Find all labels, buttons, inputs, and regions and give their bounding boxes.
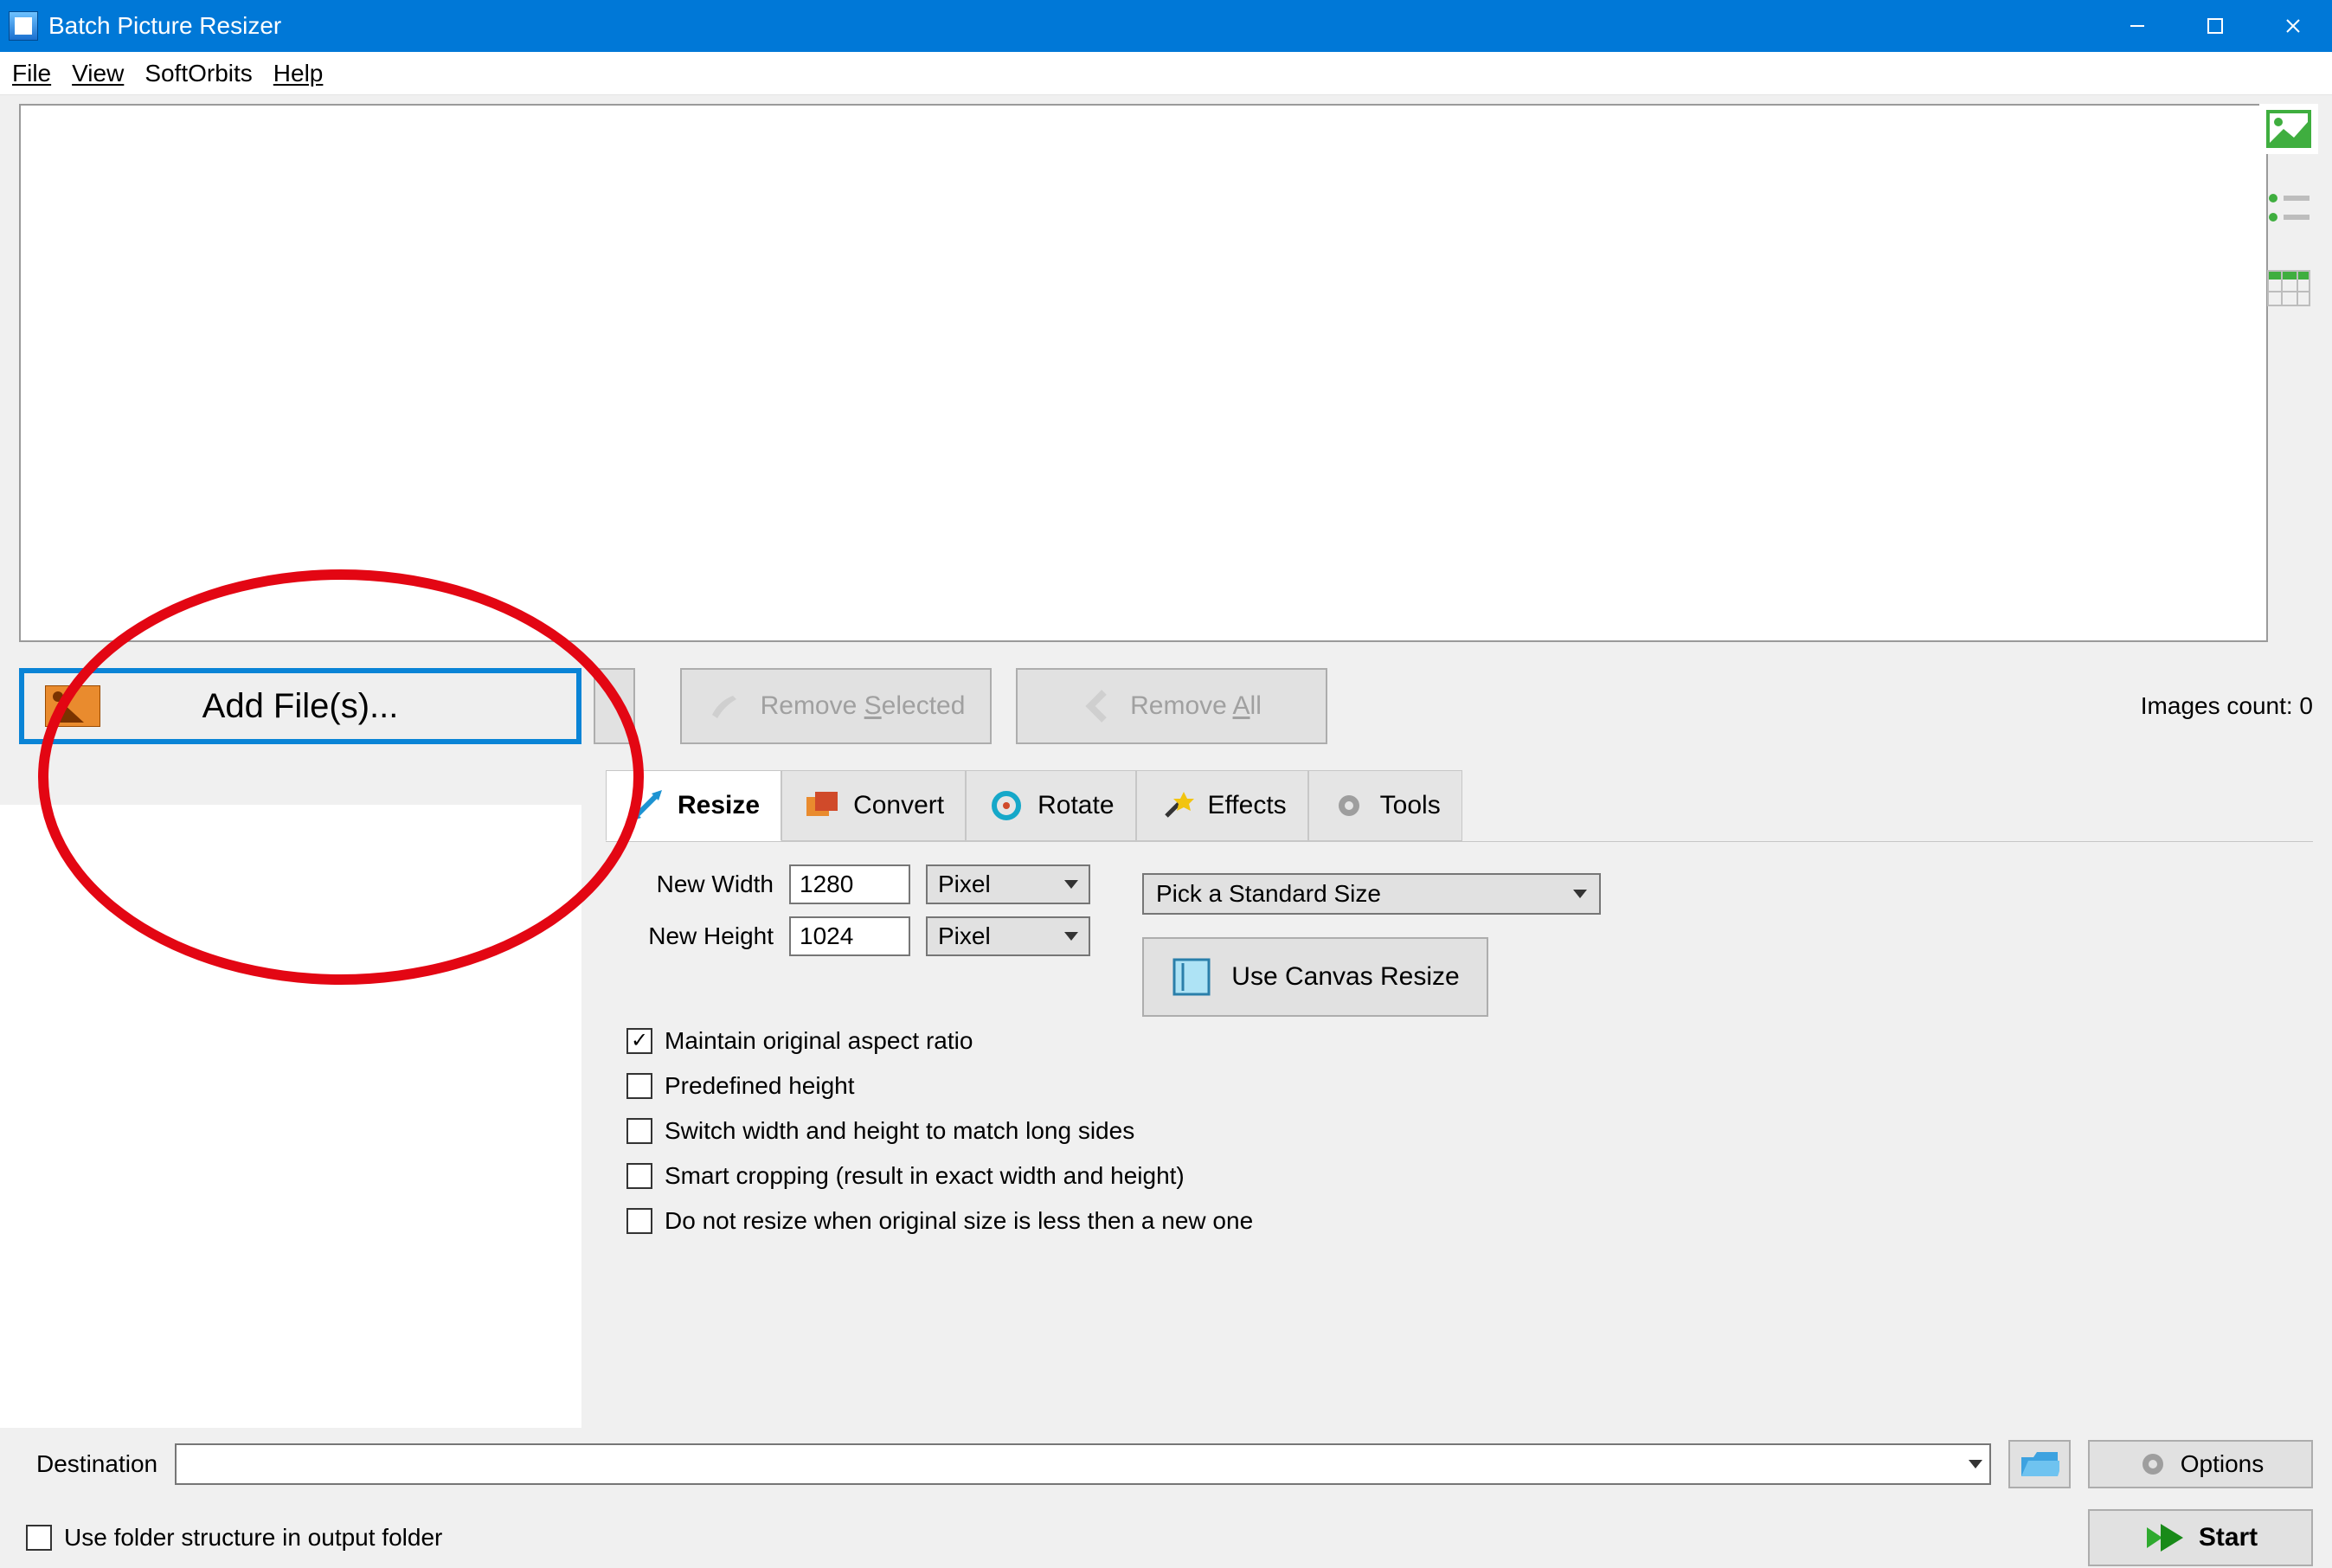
destination-input[interactable] [175, 1443, 1991, 1485]
gear-icon [1330, 787, 1368, 825]
new-width-input[interactable] [789, 864, 910, 904]
chevron-down-icon [1064, 880, 1078, 889]
switch-wh-checkbox[interactable]: Switch width and height to match long si… [626, 1117, 2313, 1145]
folder-icon [2020, 1449, 2059, 1480]
new-height-label: New Height [626, 922, 774, 950]
close-button[interactable] [2254, 0, 2332, 52]
whitespace [0, 805, 581, 1428]
tab-rotate[interactable]: Rotate [966, 770, 1135, 841]
width-unit-select[interactable]: Pixel [926, 864, 1090, 904]
chevron-down-icon [1573, 890, 1587, 898]
chevron-down-icon [1064, 932, 1078, 941]
canvas-icon [1171, 956, 1212, 998]
height-unit-select[interactable]: Pixel [926, 916, 1090, 956]
menu-file[interactable]: File [12, 60, 51, 87]
chevron-left-icon [1082, 689, 1111, 723]
titlebar: Batch Picture Resizer [0, 0, 2332, 52]
wand-icon [1158, 787, 1196, 825]
remove-selected-button[interactable]: Remove Selected [680, 668, 992, 744]
maximize-button[interactable] [2176, 0, 2254, 52]
convert-icon [803, 787, 841, 825]
new-width-label: New Width [626, 871, 774, 898]
resize-icon [627, 787, 665, 825]
new-height-input[interactable] [789, 916, 910, 956]
menu-softorbits[interactable]: SoftOrbits [145, 60, 252, 87]
image-preview-area[interactable] [19, 104, 2268, 642]
smart-crop-checkbox[interactable]: Smart cropping (result in exact width an… [626, 1162, 2313, 1190]
folder-structure-checkbox[interactable]: Use folder structure in output folder [26, 1524, 442, 1552]
menu-view[interactable]: View [72, 60, 124, 87]
options-button[interactable]: Options [2088, 1440, 2313, 1488]
destination-label: Destination [36, 1450, 157, 1478]
window-title: Batch Picture Resizer [48, 12, 2098, 40]
tab-effects[interactable]: Effects [1136, 770, 1308, 841]
gear-icon [2137, 1449, 2168, 1480]
tabs-header: Resize Convert Rotate Effects Tools [606, 770, 2313, 841]
aspect-ratio-checkbox[interactable]: Maintain original aspect ratio [626, 1027, 2313, 1055]
picture-icon [45, 685, 100, 727]
brush-icon [707, 689, 742, 723]
start-button[interactable]: Start [2088, 1509, 2313, 1566]
menubar: File View SoftOrbits Help [0, 52, 2332, 95]
predefined-height-checkbox[interactable]: Predefined height [626, 1072, 2313, 1100]
view-grid-button[interactable] [2259, 263, 2318, 313]
play-icon [2143, 1520, 2185, 1555]
app-icon [9, 11, 38, 41]
add-folder-button[interactable] [594, 668, 635, 744]
tab-tools[interactable]: Tools [1308, 770, 1462, 841]
add-files-label: Add File(s)... [202, 687, 399, 726]
rotate-icon [987, 787, 1025, 825]
view-list-button[interactable] [2259, 183, 2318, 234]
tab-convert[interactable]: Convert [781, 770, 966, 841]
images-count-label: Images count: 0 [2141, 692, 2313, 720]
canvas-resize-button[interactable]: Use Canvas Resize [1142, 937, 1488, 1017]
remove-all-button[interactable]: Remove All [1016, 668, 1327, 744]
no-resize-checkbox[interactable]: Do not resize when original size is less… [626, 1207, 2313, 1235]
view-thumbnails-button[interactable] [2259, 104, 2318, 154]
chevron-down-icon [1969, 1460, 1982, 1468]
add-files-button[interactable]: Add File(s)... [19, 668, 581, 744]
standard-size-select[interactable]: Pick a Standard Size [1142, 873, 1601, 915]
browse-destination-button[interactable] [2008, 1440, 2071, 1488]
tab-resize[interactable]: Resize [606, 770, 781, 841]
menu-help[interactable]: Help [273, 60, 324, 87]
minimize-button[interactable] [2098, 0, 2176, 52]
